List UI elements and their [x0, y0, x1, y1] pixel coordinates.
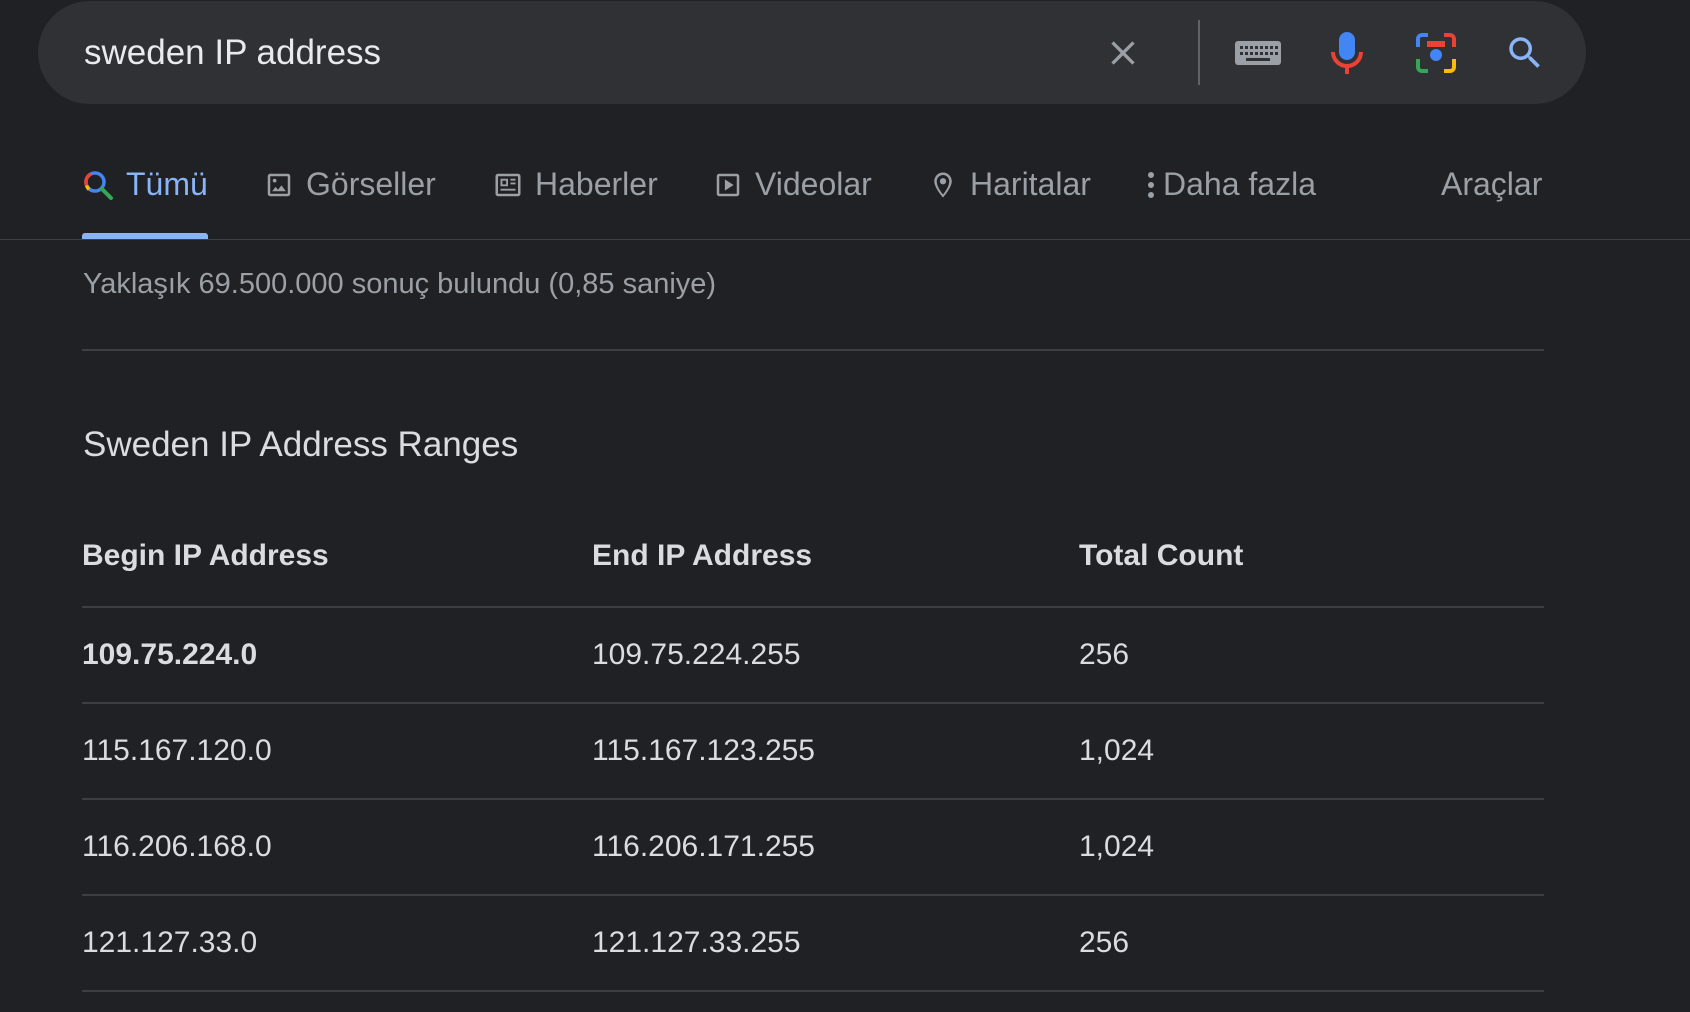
result-stats: Yaklaşık 69.500.000 sonuç bulundu (0,85 …	[83, 268, 717, 300]
total-count-cell: 1,024	[1079, 799, 1544, 896]
play-icon	[713, 170, 743, 200]
image-icon	[264, 170, 294, 200]
begin-ip-cell: 115.167.120.0	[82, 703, 592, 800]
lens-icon[interactable]	[1408, 25, 1464, 81]
table-header-row: Begin IP Address End IP Address Total Co…	[82, 506, 1544, 608]
search-tabs: Tümü Görseller Haberler Videolar Harital…	[0, 130, 1690, 240]
end-ip-cell: 115.167.123.255	[592, 703, 1079, 800]
tab-maps[interactable]: Haritalar	[928, 130, 1091, 239]
total-count-cell: 256	[1079, 895, 1544, 992]
column-header: Begin IP Address	[82, 506, 592, 608]
search-icon	[82, 169, 114, 201]
map-pin-icon	[928, 168, 958, 202]
tools-label: Araçlar	[1441, 166, 1543, 202]
tab-images-label: Görseller	[306, 166, 436, 202]
end-ip-cell: 121.127.33.255	[592, 895, 1079, 992]
tab-more[interactable]: Daha fazla	[1145, 130, 1316, 239]
column-header: Total Count	[1079, 506, 1544, 608]
tab-more-label: Daha fazla	[1163, 166, 1316, 202]
tab-all-label: Tümü	[126, 166, 208, 202]
begin-ip-cell: 116.206.168.0	[82, 799, 592, 896]
search-input[interactable]	[84, 1, 1084, 104]
search-bar-divider	[1198, 20, 1200, 85]
tab-news[interactable]: Haberler	[493, 130, 658, 239]
tab-videos[interactable]: Videolar	[713, 130, 872, 239]
tools-button[interactable]: Araçlar	[1441, 130, 1542, 239]
tab-images[interactable]: Görseller	[264, 130, 436, 239]
search-bar	[38, 1, 1586, 104]
tab-maps-label: Haritalar	[970, 166, 1091, 202]
keyboard-icon[interactable]	[1230, 25, 1286, 81]
divider	[82, 349, 1544, 351]
tab-videos-label: Videolar	[755, 166, 872, 202]
tab-all[interactable]: Tümü	[82, 130, 208, 239]
tab-news-label: Haberler	[535, 166, 658, 202]
end-ip-cell: 116.206.171.255	[592, 799, 1079, 896]
begin-ip-cell: 121.127.33.0	[82, 895, 592, 992]
mic-icon[interactable]	[1319, 25, 1375, 81]
news-icon	[493, 170, 523, 200]
more-vert-icon	[1145, 170, 1157, 200]
end-ip-cell: 109.75.224.255	[592, 607, 1079, 704]
total-count-cell: 256	[1079, 607, 1544, 704]
table-row: 115.167.120.0 115.167.123.255 1,024	[82, 703, 1544, 800]
table-row: 116.206.168.0 116.206.171.255 1,024	[82, 799, 1544, 896]
table-row: 109.75.224.0 109.75.224.255 256	[82, 607, 1544, 704]
begin-ip-cell: 109.75.224.0	[82, 607, 592, 704]
close-icon[interactable]	[1095, 25, 1151, 81]
column-header: End IP Address	[592, 506, 1079, 608]
table-row: 121.127.33.0 121.127.33.255 256	[82, 895, 1544, 992]
ip-range-table: Begin IP Address End IP Address Total Co…	[82, 506, 1544, 992]
snippet-title: Sweden IP Address Ranges	[83, 425, 519, 464]
search-icon[interactable]	[1497, 25, 1553, 81]
total-count-cell: 1,024	[1079, 703, 1544, 800]
